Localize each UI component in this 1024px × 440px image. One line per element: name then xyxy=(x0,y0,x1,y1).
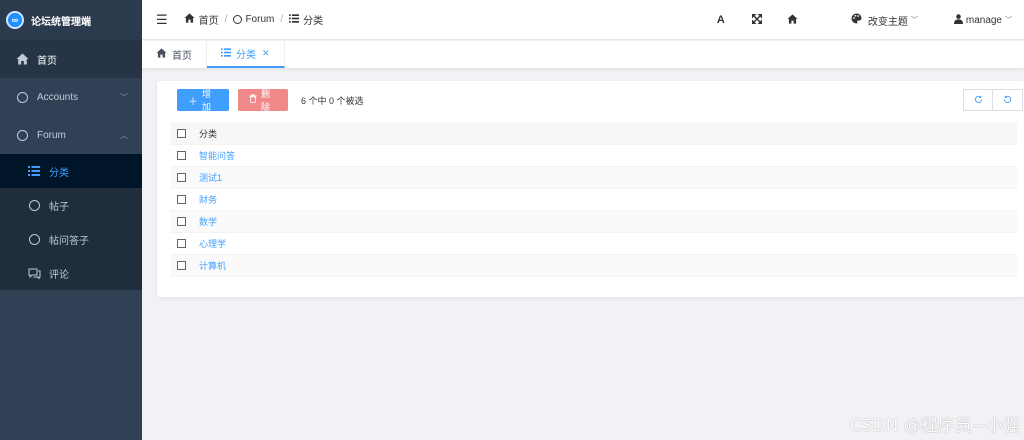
reload-button[interactable] xyxy=(993,89,1023,111)
sidebar-item-comments[interactable]: 评论 xyxy=(0,256,142,290)
category-table: 分类 智能问答 测试1 财务 数学 心理学 计算机 xyxy=(171,122,1017,277)
table-row: 心理学 xyxy=(171,233,1017,255)
sidebar-item-label: 评论 xyxy=(49,269,69,281)
home-icon xyxy=(184,13,195,26)
sidebar-item-posts[interactable]: 帖子 xyxy=(0,188,142,222)
theme-dropdown[interactable]: 改变主题 ﹀ xyxy=(851,13,918,28)
theme-label: 改变主题 xyxy=(867,16,908,28)
list-icon xyxy=(289,13,300,26)
sidebar-item-label: 分类 xyxy=(49,167,69,179)
list-icon xyxy=(221,47,231,60)
breadcrumb-separator: / xyxy=(224,14,228,25)
list-icon xyxy=(27,164,41,178)
row-checkbox[interactable] xyxy=(177,261,186,270)
sidebar-item-label: Forum xyxy=(37,129,66,141)
breadcrumb-separator: / xyxy=(280,14,284,25)
sidebar-item-accounts[interactable]: Accounts ﹀ xyxy=(0,78,142,116)
breadcrumb-forum[interactable]: Forum xyxy=(233,14,274,25)
sidebar-item-home[interactable]: 首页 xyxy=(0,40,142,78)
chevron-up-icon: ︿ xyxy=(120,131,128,140)
watermark: CSDN @程序员~小强 xyxy=(849,416,1020,436)
delete-button[interactable]: 删除 xyxy=(238,89,288,112)
breadcrumb-label: 首页 xyxy=(198,16,219,27)
category-link[interactable]: 数学 xyxy=(199,215,217,228)
refresh-icon xyxy=(974,95,983,106)
tab-home[interactable]: 首页 xyxy=(142,41,207,68)
circle-icon xyxy=(15,128,29,142)
reload-icon xyxy=(1003,95,1012,106)
add-button[interactable]: ＋ 增加 xyxy=(177,89,229,112)
home-icon[interactable] xyxy=(775,13,811,27)
table-row: 测试1 xyxy=(171,167,1017,189)
breadcrumb-home[interactable]: 首页 xyxy=(184,12,219,27)
palette-icon xyxy=(851,13,862,27)
logo-bar[interactable]: ∞ 论坛统管理端 xyxy=(0,0,142,40)
app-title: 论坛统管理端 xyxy=(31,16,91,28)
circle-icon xyxy=(233,15,243,24)
breadcrumb-label: Forum xyxy=(245,14,275,25)
forum-submenu: 分类 帖子 帖问答子 评论 xyxy=(0,154,142,290)
category-link[interactable]: 财务 xyxy=(199,193,217,206)
row-checkbox[interactable] xyxy=(177,195,186,204)
category-link[interactable]: 测试1 xyxy=(199,171,222,184)
row-checkbox[interactable] xyxy=(177,217,186,226)
navbar-right: A 改变主题 ﹀ manage ﹀ xyxy=(703,0,1024,40)
row-checkbox[interactable] xyxy=(177,151,186,160)
tags-view: 首页 分类 ✕ xyxy=(142,41,1024,69)
fullscreen-icon[interactable] xyxy=(739,12,775,27)
refresh-button[interactable] xyxy=(963,89,993,111)
tab-category[interactable]: 分类 ✕ xyxy=(207,41,285,68)
user-name: manage xyxy=(965,14,1002,26)
breadcrumb: 首页 / Forum / 分类 xyxy=(184,12,323,27)
sidebar-item-category[interactable]: 分类 xyxy=(0,154,142,188)
chevron-down-icon: ﹀ xyxy=(120,93,128,102)
trash-icon xyxy=(249,93,257,106)
logo-icon: ∞ xyxy=(6,11,24,29)
chevron-down-icon: ﹀ xyxy=(910,17,918,24)
breadcrumb-category: 分类 xyxy=(289,12,323,27)
select-all-checkbox[interactable] xyxy=(177,128,186,138)
row-checkbox[interactable] xyxy=(177,239,186,248)
breadcrumb-label: 分类 xyxy=(303,16,324,27)
font-size-icon[interactable]: A xyxy=(703,14,739,26)
circle-icon xyxy=(27,198,41,212)
tab-label: 分类 xyxy=(236,50,256,61)
sidebar-item-label: 帖子 xyxy=(49,201,69,213)
sidebar-item-post-qa[interactable]: 帖问答子 xyxy=(0,222,142,256)
tab-label: 首页 xyxy=(172,51,192,62)
table-row: 财务 xyxy=(171,189,1017,211)
table-header: 分类 xyxy=(171,122,1017,145)
chevron-down-icon: ﹀ xyxy=(1005,17,1012,24)
table-row: 数学 xyxy=(171,211,1017,233)
user-icon xyxy=(953,13,963,27)
selection-info: 6 个中 0 个被选 xyxy=(301,95,364,106)
plus-icon: ＋ xyxy=(188,96,198,108)
home-icon xyxy=(15,52,29,66)
circle-icon xyxy=(27,232,41,246)
sidebar: ∞ 论坛统管理端 首页 Accounts ﹀ Forum ︿ 分类 帖子 帖问答… xyxy=(0,0,142,440)
close-icon[interactable]: ✕ xyxy=(262,48,270,59)
category-list-card: ＋ 增加 删除 6 个中 0 个被选 分类 智能问答 测试1 财务 数学 心理学… xyxy=(157,81,1024,297)
row-checkbox[interactable] xyxy=(177,173,186,182)
home-icon xyxy=(156,48,167,61)
add-button-label: 增加 xyxy=(202,89,212,112)
comment-icon xyxy=(27,266,41,280)
sidebar-item-label: 首页 xyxy=(37,55,57,67)
delete-button-label: 删除 xyxy=(261,89,271,112)
column-header-category[interactable]: 分类 xyxy=(199,127,217,140)
list-toolbar: ＋ 增加 删除 6 个中 0 个被选 xyxy=(177,89,364,112)
circle-icon xyxy=(15,90,29,104)
table-row: 智能问答 xyxy=(171,145,1017,167)
category-link[interactable]: 智能问答 xyxy=(199,149,235,162)
sidebar-item-forum[interactable]: Forum ︿ xyxy=(0,116,142,154)
category-link[interactable]: 心理学 xyxy=(199,237,226,250)
sidebar-item-label: 帖问答子 xyxy=(49,235,89,247)
hamburger-icon[interactable]: ☰ xyxy=(156,12,168,28)
table-tools xyxy=(963,89,1023,111)
user-dropdown[interactable]: manage ﹀ xyxy=(953,13,1012,27)
table-row: 计算机 xyxy=(171,255,1017,277)
sidebar-item-label: Accounts xyxy=(37,91,79,103)
top-navbar: ☰ 首页 / Forum / 分类 A 改变主题 ﹀ manage ﹀ xyxy=(142,0,1024,40)
category-link[interactable]: 计算机 xyxy=(199,259,226,272)
